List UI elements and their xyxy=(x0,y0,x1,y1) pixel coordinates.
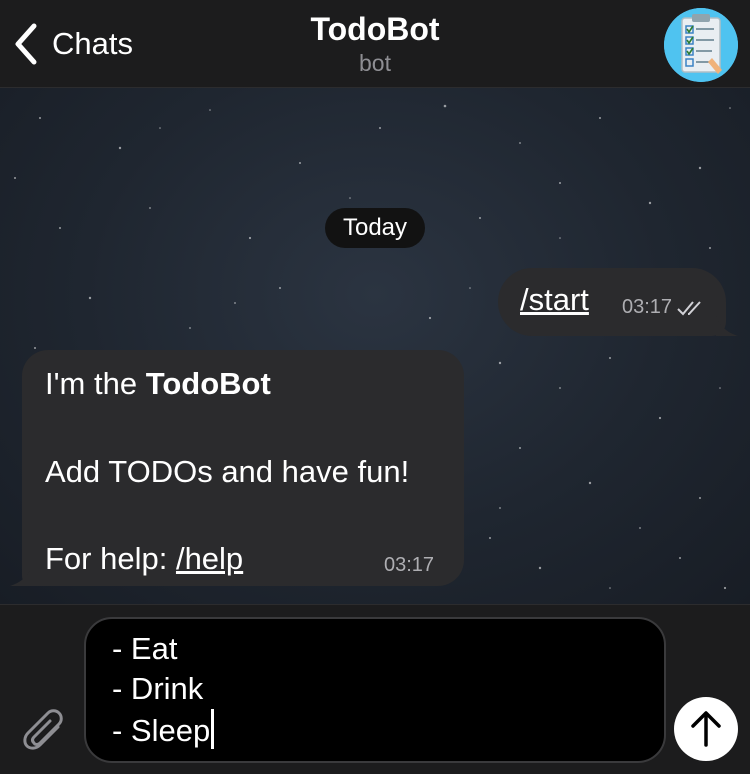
message-input[interactable]: - Eat - Drink - Sleep xyxy=(84,617,666,763)
back-label: Chats xyxy=(52,26,133,61)
incoming-line-3: For help: /help xyxy=(45,541,243,577)
chat-header: Chats TodoBot bot xyxy=(0,0,750,88)
bot-name-bold: TodoBot xyxy=(145,366,271,401)
double-check-icon xyxy=(677,300,701,315)
incoming-line-1: I'm the TodoBot xyxy=(45,366,271,402)
back-button[interactable]: Chats xyxy=(12,20,133,68)
message-input-text[interactable]: - Eat - Drink - Sleep xyxy=(112,629,215,751)
input-line-2: - Drink xyxy=(112,671,204,706)
help-command-link[interactable]: /help xyxy=(176,541,243,576)
chat-area[interactable]: Today /start 03:17 I'm the TodoBot Add T… xyxy=(0,88,750,604)
start-command-link[interactable]: /start xyxy=(520,282,589,318)
incoming-time: 03:17 xyxy=(384,554,435,576)
incoming-line-2: Add TODOs and have fun! xyxy=(45,454,410,489)
date-separator: Today xyxy=(325,208,425,248)
outgoing-bubble-tail xyxy=(716,316,738,336)
outgoing-time: 03:17 xyxy=(622,296,708,319)
clipboard-checklist-icon xyxy=(664,8,738,82)
incoming-line-1-prefix: I'm the xyxy=(45,366,146,401)
send-button[interactable] xyxy=(674,697,738,761)
incoming-line-3-prefix: For help: xyxy=(45,541,176,576)
incoming-bubble-tail xyxy=(10,566,32,586)
arrow-up-icon xyxy=(691,711,721,747)
paperclip-icon[interactable] xyxy=(18,703,66,755)
incoming-message[interactable]: I'm the TodoBot Add TODOs and have fun! … xyxy=(22,350,464,586)
text-caret xyxy=(211,709,215,749)
chevron-left-icon xyxy=(15,23,37,65)
input-line-3: - Sleep xyxy=(112,713,211,748)
outgoing-message[interactable]: /start 03:17 xyxy=(498,268,726,336)
message-composer: - Eat - Drink - Sleep xyxy=(0,604,750,774)
bot-avatar[interactable] xyxy=(664,8,738,82)
outgoing-time-text: 03:17 xyxy=(622,296,673,318)
input-line-1: - Eat xyxy=(112,631,178,666)
